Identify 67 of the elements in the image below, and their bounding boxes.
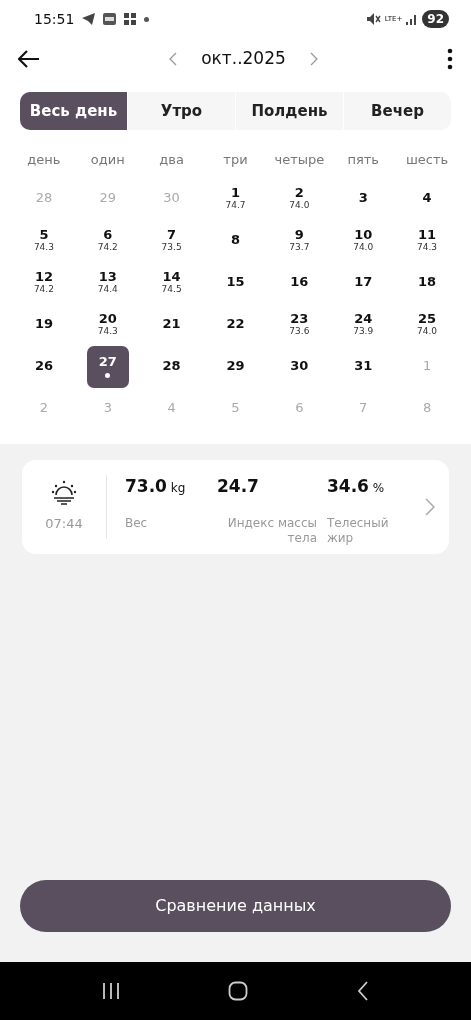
calendar-day[interactable]: 21 <box>150 303 193 346</box>
compare-data-button[interactable]: Сравнение данных <box>20 880 451 932</box>
previous-month-button[interactable] <box>169 52 178 66</box>
calendar-day[interactable]: 6 74.2 <box>86 219 129 262</box>
metric-label: Индекс массы тела <box>226 515 317 546</box>
month-title: окт..2025 <box>201 47 286 71</box>
calendar-day[interactable]: 30 <box>278 345 321 388</box>
metric-label: Телесный жир <box>327 515 390 546</box>
calendar-day[interactable]: 15 <box>214 261 257 304</box>
calendar-day[interactable]: 27 <box>86 345 129 388</box>
paper-plane-icon <box>82 13 96 25</box>
period-tab[interactable]: Утро <box>127 92 235 130</box>
calendar-day[interactable]: 16 <box>278 261 321 304</box>
metric-value: 34.6 % <box>327 475 386 496</box>
calendar-day[interactable]: 9 73.7 <box>278 219 321 262</box>
calendar-day[interactable]: 18 <box>406 261 449 304</box>
weekday-label: три <box>222 151 249 169</box>
weekday-label: два <box>158 151 185 169</box>
calendar-day[interactable]: 17 <box>342 261 385 304</box>
dot-icon <box>144 16 150 22</box>
calendar-day[interactable]: 4 <box>406 177 449 220</box>
calendar-day[interactable]: 11 74.3 <box>406 219 449 262</box>
calendar-day[interactable]: 1 74.7 <box>214 177 257 220</box>
metric-value: 24.7 <box>217 475 260 496</box>
calendar-day[interactable]: 24 73.9 <box>342 303 385 346</box>
calendar-day[interactable]: 26 <box>22 345 65 388</box>
signal-icon <box>406 13 419 25</box>
back-button[interactable] <box>18 50 40 68</box>
calendar-day[interactable]: 29 <box>214 345 257 388</box>
calendar-day[interactable]: 2 74.0 <box>278 177 321 220</box>
mute-icon <box>366 13 381 25</box>
calendar-day[interactable]: 28 <box>150 345 193 388</box>
calendar-day[interactable]: 3 <box>342 177 385 220</box>
record-time: 07:44 <box>45 514 83 533</box>
metric-value: 73.0 kg <box>125 475 187 496</box>
calendar-day[interactable]: 31 <box>342 345 385 388</box>
battery-level: 92 <box>422 10 449 28</box>
sunrise-icon <box>51 479 77 506</box>
weekday-label: день <box>26 151 62 169</box>
next-month-button[interactable] <box>309 52 318 66</box>
weekday-label: шесть <box>404 151 450 169</box>
period-tab[interactable]: Вечер <box>343 92 451 130</box>
calendar-day[interactable]: 25 74.0 <box>406 303 449 346</box>
metric-label: Вес <box>125 515 149 532</box>
app-icon <box>103 13 117 25</box>
calendar-day[interactable]: 12 74.2 <box>22 261 65 304</box>
home-button[interactable] <box>228 981 249 1001</box>
period-tab[interactable]: Полдень <box>235 92 343 130</box>
weekday-label: четыре <box>273 151 326 169</box>
calendar-day[interactable]: 5 74.3 <box>22 219 65 262</box>
grid-icon <box>124 13 137 25</box>
calendar-day[interactable]: 20 74.3 <box>86 303 129 346</box>
calendar-day[interactable]: 23 73.6 <box>278 303 321 346</box>
calendar-day[interactable]: 10 74.0 <box>342 219 385 262</box>
calendar-day[interactable]: 19 <box>22 303 65 346</box>
calendar-day[interactable]: 14 74.5 <box>150 261 193 304</box>
more-options-button[interactable] <box>447 48 453 70</box>
weekday-label: пять <box>346 151 380 169</box>
calendar-day[interactable]: 8 <box>214 219 257 262</box>
recent-apps-button[interactable] <box>102 982 121 1000</box>
calendar-day[interactable]: 13 74.4 <box>86 261 129 304</box>
calendar-day[interactable]: 22 <box>214 303 257 346</box>
calendar-day[interactable]: 7 73.5 <box>150 219 193 262</box>
period-tab[interactable]: Весь день <box>20 92 127 130</box>
weekday-label: один <box>89 151 126 169</box>
back-nav-button[interactable] <box>356 981 369 1001</box>
status-time: 15:51 <box>34 9 75 29</box>
